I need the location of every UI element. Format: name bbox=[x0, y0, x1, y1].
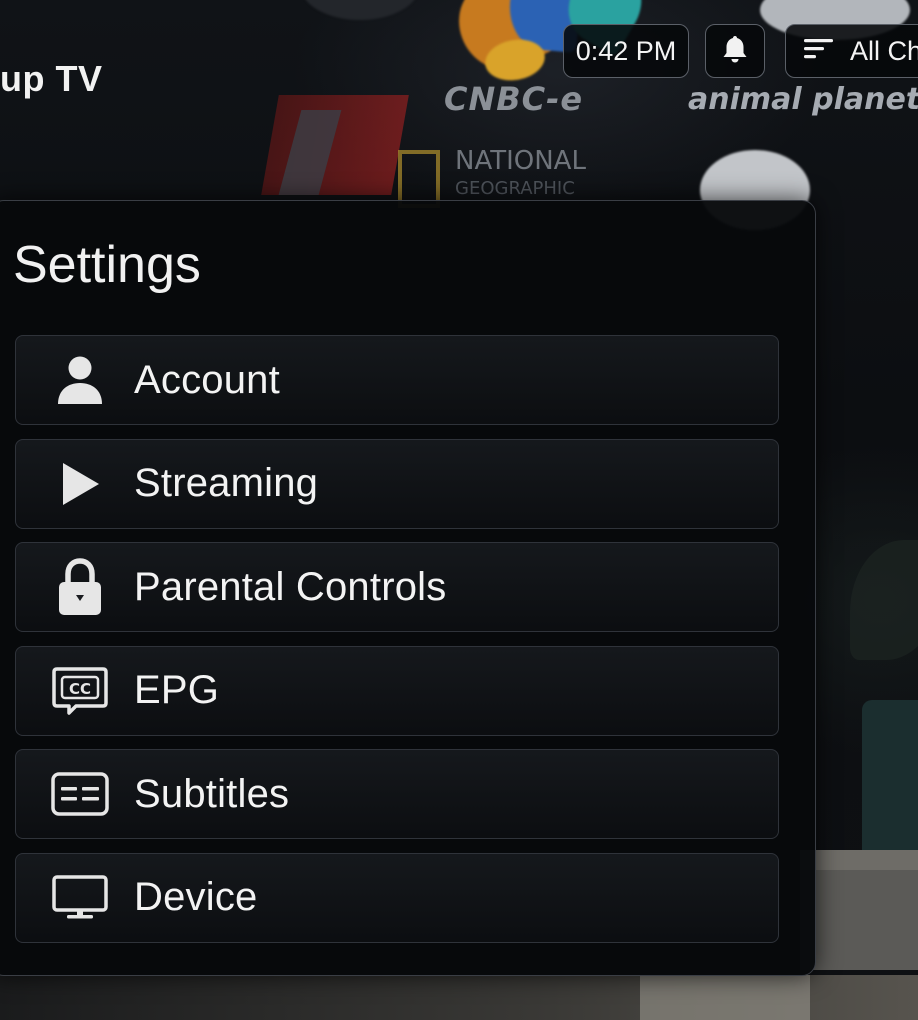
clock-display: 0:42 PM bbox=[563, 24, 689, 78]
user-icon bbox=[50, 350, 110, 410]
background-logo-animal-planet: animal planet bbox=[688, 82, 918, 117]
svg-text:CC: CC bbox=[69, 680, 91, 698]
channel-filter-button[interactable]: All Ch bbox=[785, 24, 918, 78]
play-icon bbox=[50, 454, 110, 514]
settings-item-device[interactable]: Device bbox=[15, 852, 779, 943]
settings-title: Settings bbox=[13, 236, 201, 294]
settings-item-streaming[interactable]: Streaming bbox=[15, 438, 779, 529]
settings-item-subtitles[interactable]: Subtitles bbox=[15, 749, 779, 840]
background-logo-national: NATIONAL bbox=[455, 146, 586, 176]
monitor-icon bbox=[50, 868, 110, 928]
notifications-button[interactable] bbox=[705, 24, 765, 78]
settings-item-parental-controls[interactable]: Parental Controls bbox=[15, 542, 779, 633]
background-plant bbox=[850, 540, 918, 660]
clock-time: 0:42 PM bbox=[575, 35, 677, 66]
background-logo-cnbc: CNBC-e bbox=[444, 80, 584, 118]
background-logo-shape bbox=[300, 0, 420, 20]
settings-item-label: Streaming bbox=[134, 461, 319, 506]
bell-icon bbox=[721, 34, 749, 68]
settings-panel: Settings Account Streaming Parental Cont… bbox=[0, 200, 816, 976]
settings-item-label: Parental Controls bbox=[134, 564, 447, 609]
settings-item-label: Account bbox=[134, 357, 280, 402]
settings-item-account[interactable]: Account bbox=[15, 335, 779, 425]
settings-menu: Account Streaming Parental Controls CC E… bbox=[15, 335, 779, 957]
tv-screen: CNBC-e animal planet NATIONAL GEOGRAPHIC… bbox=[0, 0, 918, 1020]
filter-lines-icon bbox=[804, 36, 834, 67]
channel-filter-label: All Ch bbox=[850, 35, 918, 66]
app-title: up TV bbox=[0, 58, 103, 99]
settings-item-epg[interactable]: CC EPG bbox=[15, 645, 779, 736]
settings-item-label: Subtitles bbox=[134, 771, 290, 816]
background-floor-light bbox=[640, 975, 810, 1020]
subtitles-icon bbox=[50, 764, 110, 824]
settings-item-label: Device bbox=[134, 875, 258, 920]
lock-icon bbox=[50, 557, 110, 617]
background-shelf-top bbox=[800, 850, 918, 870]
settings-item-label: EPG bbox=[134, 668, 220, 713]
background-logo-geographic: GEOGRAPHIC bbox=[455, 178, 575, 199]
closed-caption-icon: CC bbox=[50, 661, 110, 721]
